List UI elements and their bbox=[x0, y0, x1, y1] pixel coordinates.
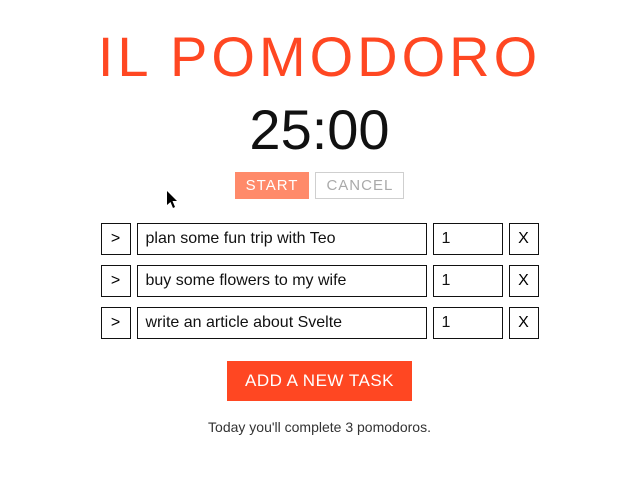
remove-task-button[interactable]: X bbox=[509, 265, 539, 297]
task-pomodoro-count[interactable]: 1 bbox=[433, 223, 503, 255]
close-icon: X bbox=[518, 272, 529, 290]
chevron-right-icon: > bbox=[111, 230, 120, 248]
task-title-field[interactable]: buy some flowers to my wife bbox=[137, 265, 427, 297]
timer-display: 25:00 bbox=[249, 97, 389, 162]
chevron-right-icon: > bbox=[111, 314, 120, 332]
chevron-right-icon: > bbox=[111, 272, 120, 290]
task-row: > plan some fun trip with Teo 1 X bbox=[101, 223, 539, 255]
task-list: > plan some fun trip with Teo 1 X > buy … bbox=[101, 223, 539, 339]
mouse-cursor-icon bbox=[167, 191, 179, 209]
task-row: > buy some flowers to my wife 1 X bbox=[101, 265, 539, 297]
add-task-button[interactable]: ADD A NEW TASK bbox=[227, 361, 412, 401]
close-icon: X bbox=[518, 314, 529, 332]
expand-task-button[interactable]: > bbox=[101, 307, 131, 339]
task-pomodoro-count[interactable]: 1 bbox=[433, 307, 503, 339]
remove-task-button[interactable]: X bbox=[509, 307, 539, 339]
task-pomodoro-count[interactable]: 1 bbox=[433, 265, 503, 297]
app-title: IL POMODORO bbox=[98, 24, 541, 89]
expand-task-button[interactable]: > bbox=[101, 265, 131, 297]
start-button[interactable]: START bbox=[235, 172, 310, 199]
task-row: > write an article about Svelte 1 X bbox=[101, 307, 539, 339]
remove-task-button[interactable]: X bbox=[509, 223, 539, 255]
task-title-field[interactable]: write an article about Svelte bbox=[137, 307, 427, 339]
close-icon: X bbox=[518, 230, 529, 248]
timer-controls: START CANCEL bbox=[235, 172, 405, 199]
task-title-field[interactable]: plan some fun trip with Teo bbox=[137, 223, 427, 255]
daily-summary-text: Today you'll complete 3 pomodoros. bbox=[208, 419, 431, 435]
expand-task-button[interactable]: > bbox=[101, 223, 131, 255]
cancel-button[interactable]: CANCEL bbox=[315, 172, 404, 199]
